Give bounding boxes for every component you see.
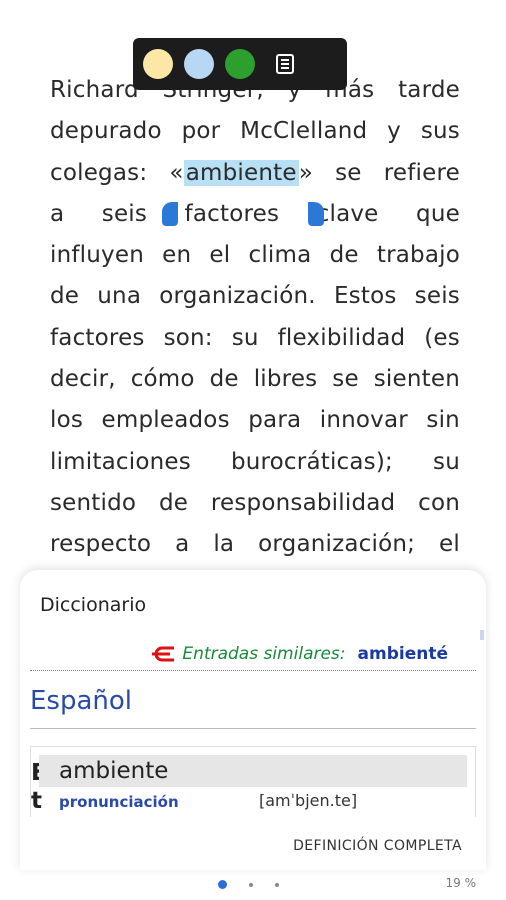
text-word[interactable]: clima [249, 235, 312, 276]
text-word[interactable]: con [418, 483, 460, 524]
text-line[interactable]: decir, cómo de libres se sienten [50, 359, 460, 400]
text-word[interactable]: responsabilidad [211, 483, 395, 524]
text-word[interactable]: empleados [102, 400, 230, 441]
text-word[interactable]: flexibilidad [278, 318, 406, 359]
text-line[interactable]: respecto a la organización; el [50, 524, 460, 565]
dictionary-title: Diccionario [40, 594, 147, 616]
text-line[interactable]: los empleados para innovar sin [50, 400, 460, 441]
entry-card: E t ambiente pronunciación [amˈbjen.te] [30, 746, 476, 817]
text-word[interactable]: colegas: [50, 153, 147, 194]
text-word[interactable]: a [50, 194, 64, 235]
text-line[interactable]: depurado por McClelland y sus [50, 111, 460, 152]
text-word[interactable]: y [387, 111, 401, 152]
text-word[interactable]: sienten [374, 359, 460, 400]
text-word[interactable]: innovar [320, 400, 408, 441]
text-word[interactable]: (es [424, 318, 460, 359]
text-word[interactable]: su [232, 318, 259, 359]
page-dot[interactable] [275, 882, 279, 887]
pronunciation-label[interactable]: pronunciación [59, 793, 179, 811]
text-word[interactable]: son: [164, 318, 213, 359]
text-word[interactable]: Estos [334, 276, 397, 317]
pronunciation-value: [amˈbjen.te] [259, 791, 358, 810]
text-word[interactable]: refiere [384, 153, 460, 194]
text-word[interactable]: trabajo [377, 235, 460, 276]
text-word[interactable]: sin [426, 400, 460, 441]
page-indicator [218, 880, 279, 889]
divider [30, 728, 476, 729]
scrollbar[interactable] [480, 630, 484, 640]
text-word[interactable]: a [175, 524, 189, 565]
text-word[interactable]: clave [317, 194, 379, 235]
text-word[interactable]: sus [421, 111, 460, 152]
text-word[interactable]: organización. [159, 276, 316, 317]
text-line[interactable]: limitaciones burocráticas); su [50, 442, 460, 483]
dictionary-logo-icon [152, 646, 175, 662]
text-word[interactable]: una [97, 276, 141, 317]
text-word[interactable]: se [335, 153, 362, 194]
text-word[interactable]: factores [50, 318, 145, 359]
text-line[interactable]: influyen en el clima de trabajo [50, 235, 460, 276]
text-word[interactable]: factores [185, 194, 280, 235]
highlight-toolbar [133, 38, 347, 90]
text-word[interactable]: su [433, 442, 460, 483]
selected-word[interactable]: ambiente [183, 159, 299, 186]
selection-handle-start[interactable] [162, 202, 178, 226]
text-word[interactable]: «ambiente» [169, 153, 313, 194]
text-line[interactable]: de una organización. Estos seis [50, 276, 460, 317]
page-dot[interactable] [218, 880, 227, 889]
text-word[interactable]: seis [415, 276, 460, 317]
text-word[interactable]: organización; [258, 524, 415, 565]
text-line[interactable]: sentido de responsabilidad con [50, 483, 460, 524]
text-word[interactable]: para [248, 400, 301, 441]
text-word[interactable]: el [209, 235, 230, 276]
text-word[interactable]: el [439, 524, 460, 565]
text-line[interactable]: a seis factores clave que [50, 194, 460, 235]
reader-text[interactable]: Richard Stringer, y más tarde depurado por McCl… [50, 70, 460, 566]
text-word[interactable]: de [210, 359, 239, 400]
text-word[interactable]: la [213, 524, 234, 565]
text-word[interactable]: respecto [50, 524, 151, 565]
text-word[interactable]: en [162, 235, 191, 276]
text-word[interactable]: influyen [50, 235, 144, 276]
text-line[interactable]: colegas: «ambiente» se refiere [50, 153, 460, 194]
text-word[interactable]: decir, [50, 359, 116, 400]
text-word[interactable]: que [416, 194, 460, 235]
text-word[interactable]: McClelland [240, 111, 367, 152]
highlight-green-button[interactable] [225, 49, 255, 79]
headword: ambiente [39, 755, 467, 787]
highlight-yellow-button[interactable] [143, 49, 173, 79]
similar-entries-label: Entradas similares: [182, 644, 346, 664]
text-word[interactable]: los [50, 400, 83, 441]
text-word[interactable]: por [182, 111, 221, 152]
text-word[interactable]: limitaciones [50, 442, 191, 483]
text-word[interactable]: de [330, 235, 359, 276]
text-line[interactable]: factores son: su flexibilidad (es [50, 318, 460, 359]
page-dot[interactable] [249, 882, 253, 887]
selection-handle-end[interactable] [308, 202, 324, 226]
text-word[interactable]: sentido [50, 483, 136, 524]
highlight-blue-button[interactable] [184, 49, 214, 79]
similar-entry-link[interactable]: ambienté [358, 644, 448, 664]
text-word[interactable]: cómo [131, 359, 195, 400]
dictionary-panel: Diccionario Entradas similares: ambienté… [20, 570, 486, 870]
text-word[interactable]: tarde [398, 70, 460, 111]
similar-entries[interactable]: Entradas similares: ambienté [150, 644, 448, 664]
text-word[interactable]: Richard [50, 70, 139, 111]
text-word[interactable]: de [50, 276, 79, 317]
divider [30, 670, 476, 671]
language-heading: Español [30, 686, 133, 716]
reading-progress: 19 % [445, 876, 477, 890]
text-word[interactable]: depurado [50, 111, 162, 152]
text-word[interactable]: libres [254, 359, 318, 400]
note-icon [276, 54, 294, 74]
text-word[interactable]: de [159, 483, 188, 524]
text-word[interactable]: se [332, 359, 359, 400]
add-note-button[interactable] [270, 49, 300, 79]
text-word[interactable]: burocráticas); [231, 442, 393, 483]
text-word[interactable]: seis [102, 194, 147, 235]
full-definition-button[interactable]: DEFINICIÓN COMPLETA [293, 838, 462, 854]
